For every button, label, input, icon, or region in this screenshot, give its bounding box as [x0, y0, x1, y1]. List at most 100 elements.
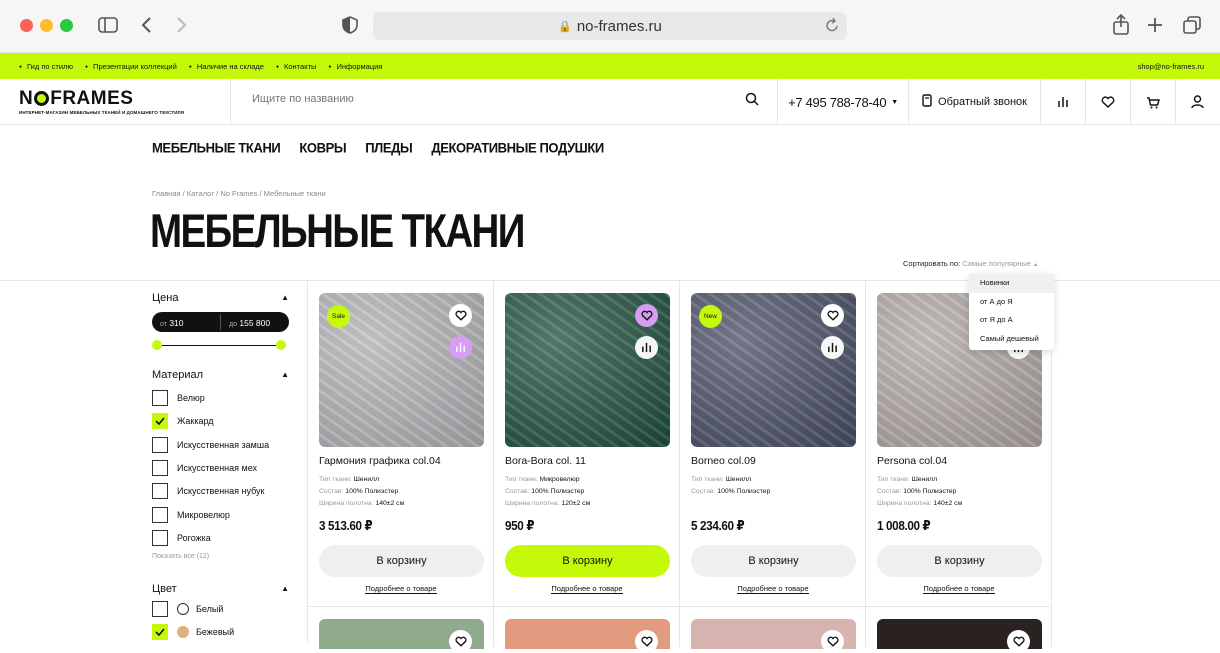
- add-to-favorites-button[interactable]: [1007, 630, 1030, 653]
- spec-key: Тип ткани:: [877, 476, 910, 483]
- product-card: [494, 607, 680, 653]
- add-to-compare-button[interactable]: [449, 336, 472, 359]
- heart-icon[interactable]: [1086, 79, 1131, 125]
- site-header: N FRAMES ИНТЕРНЕТ-МАГАЗИН МЕБЕЛЬНЫХ ТКАНЕ…: [0, 79, 1220, 125]
- filter-material-option[interactable]: Жаккард: [152, 413, 214, 430]
- user-icon[interactable]: [1175, 79, 1220, 125]
- nav-furniture-fabrics[interactable]: МЕБЕЛЬНЫЕ ТКАНИ: [152, 139, 281, 155]
- filter-color-header[interactable]: Цвет ▲: [152, 583, 291, 595]
- add-to-compare-button[interactable]: [635, 336, 658, 359]
- compare-icon[interactable]: [1041, 79, 1086, 125]
- top-link-presentations[interactable]: Презентации коллекций: [85, 62, 177, 71]
- sort-control[interactable]: Сортировать по: Самые популярные ▲: [903, 259, 1038, 268]
- contact-email[interactable]: shop@no-frames.ru: [1138, 62, 1204, 71]
- add-to-favorites-button[interactable]: [821, 304, 844, 327]
- logo-tagline: ИНТЕРНЕТ-МАГАЗИН МЕБЕЛЬНЫХ ТКАНЕЙ И ДОМА…: [19, 110, 185, 115]
- sidebar-icon[interactable]: [95, 12, 121, 38]
- top-link-contacts[interactable]: Контакты: [276, 62, 316, 71]
- filter-material-option[interactable]: Велюр: [152, 390, 205, 406]
- address-bar[interactable]: 🔒 no-frames.ru: [373, 12, 847, 40]
- nav-cushions[interactable]: ДЕКОРАТИВНЫЕ ПОДУШКИ: [431, 139, 604, 155]
- url-text: no-frames.ru: [576, 17, 662, 35]
- checkbox[interactable]: [152, 436, 168, 453]
- product-details-link[interactable]: Подробнее о товаре: [680, 584, 866, 594]
- add-to-cart-button[interactable]: В корзину: [505, 545, 670, 577]
- site-logo[interactable]: N FRAMES ИНТЕРНЕТ-МАГАЗИН МЕБЕЛЬНЫХ ТКАНЕ…: [19, 89, 184, 115]
- nav-rugs[interactable]: КОВРЫ: [299, 139, 346, 155]
- add-to-favorites-button[interactable]: [635, 304, 658, 327]
- tabs-overview-icon[interactable]: [1179, 12, 1205, 38]
- product-name[interactable]: Borneo col.09: [691, 455, 756, 467]
- top-link-info[interactable]: Информация: [328, 62, 382, 71]
- filter-material-option[interactable]: Искусственная нубук: [152, 483, 265, 500]
- product-spec-row: Ширина полотна: 140±2 см: [877, 498, 962, 510]
- checkbox[interactable]: [152, 601, 168, 617]
- phone-dropdown[interactable]: +7 495 788-78-40 ▼: [778, 79, 909, 125]
- checkbox[interactable]: [152, 459, 168, 476]
- filter-price-header[interactable]: Цена ▲: [152, 292, 291, 304]
- spec-key: Состав:: [877, 488, 902, 495]
- product-name[interactable]: Persona col.04: [877, 455, 947, 467]
- filter-material-option[interactable]: Искусственная замша: [152, 436, 269, 453]
- filter-material-option[interactable]: Рогожка: [152, 529, 211, 546]
- checkbox[interactable]: [152, 529, 168, 546]
- checkbox[interactable]: [152, 390, 168, 406]
- share-icon[interactable]: [1108, 12, 1134, 38]
- breadcrumb[interactable]: Главная / Каталог / No Frames / Мебельны…: [152, 189, 326, 198]
- forward-icon[interactable]: [168, 12, 194, 38]
- top-link-style-guide[interactable]: Гид по стилю: [19, 62, 73, 71]
- price-from-field[interactable]: от 310: [160, 318, 184, 328]
- filter-option-label: Искусственная нубук: [177, 486, 265, 497]
- cart-icon[interactable]: [1131, 79, 1176, 125]
- sort-option-a-z[interactable]: от А до Я: [969, 293, 1054, 312]
- add-to-cart-button[interactable]: В корзину: [877, 545, 1042, 577]
- filter-color-option[interactable]: Белый: [152, 601, 223, 617]
- zoom-window-button[interactable]: [60, 19, 73, 32]
- checkbox[interactable]: [152, 483, 168, 500]
- sort-option-cheapest[interactable]: Самый дешевый: [969, 330, 1054, 349]
- checkbox-checked[interactable]: [152, 624, 168, 640]
- add-to-favorites-button[interactable]: [635, 630, 658, 653]
- product-name[interactable]: Гармония графика col.04: [319, 455, 441, 467]
- filter-material-option[interactable]: Искусственная мех: [152, 459, 257, 476]
- product-name[interactable]: Bora-Bora col. 11: [505, 455, 586, 467]
- filter-option-label: Жаккард: [177, 416, 214, 427]
- product-details-link[interactable]: Подробнее о товаре: [494, 584, 680, 594]
- spec-value: 100% Полиэстер: [345, 488, 399, 495]
- back-icon[interactable]: [134, 12, 160, 38]
- price-to-field[interactable]: до 155 800: [229, 318, 270, 328]
- checkbox-checked[interactable]: [152, 413, 168, 430]
- price-slider[interactable]: [152, 340, 286, 350]
- show-all-materials-link[interactable]: Показать все (12): [152, 553, 209, 560]
- search-icon[interactable]: [745, 92, 759, 111]
- add-to-cart-button[interactable]: В корзину: [691, 545, 856, 577]
- checkbox[interactable]: [152, 506, 168, 523]
- top-link-stock[interactable]: Наличие на складе: [189, 62, 264, 71]
- callback-button[interactable]: Обратный звонок: [909, 79, 1041, 125]
- price-separator: [220, 314, 221, 330]
- price-slider-min-handle[interactable]: [152, 340, 162, 350]
- nav-plaids[interactable]: ПЛЕДЫ: [365, 139, 413, 155]
- add-to-favorites-button[interactable]: [449, 304, 472, 327]
- filter-material-option[interactable]: Микровелюр: [152, 506, 230, 523]
- sort-value[interactable]: Самые популярные: [962, 259, 1031, 268]
- product-details-link[interactable]: Подробнее о товаре: [866, 584, 1052, 594]
- spec-value: Микровелюр: [539, 476, 580, 483]
- product-specs: Тип ткани: Шенилл Состав: 100% Полиэстер Ш…: [319, 474, 404, 510]
- add-to-compare-button[interactable]: [821, 336, 844, 359]
- search-input[interactable]: [252, 93, 722, 105]
- filter-color-option[interactable]: Бежевый: [152, 624, 234, 640]
- new-tab-icon[interactable]: [1142, 12, 1168, 38]
- filter-material-header[interactable]: Материал ▲: [152, 369, 291, 381]
- price-slider-max-handle[interactable]: [276, 340, 286, 350]
- shield-icon[interactable]: [337, 12, 363, 38]
- minimize-window-button[interactable]: [40, 19, 53, 32]
- reload-icon[interactable]: [825, 17, 839, 37]
- product-details-link[interactable]: Подробнее о товаре: [308, 584, 494, 594]
- add-to-favorites-button[interactable]: [821, 630, 844, 653]
- sort-option-new[interactable]: Новинки: [969, 274, 1054, 293]
- close-window-button[interactable]: [20, 19, 33, 32]
- add-to-favorites-button[interactable]: [449, 630, 472, 653]
- add-to-cart-button[interactable]: В корзину: [319, 545, 484, 577]
- sort-option-z-a[interactable]: от Я до А: [969, 311, 1054, 330]
